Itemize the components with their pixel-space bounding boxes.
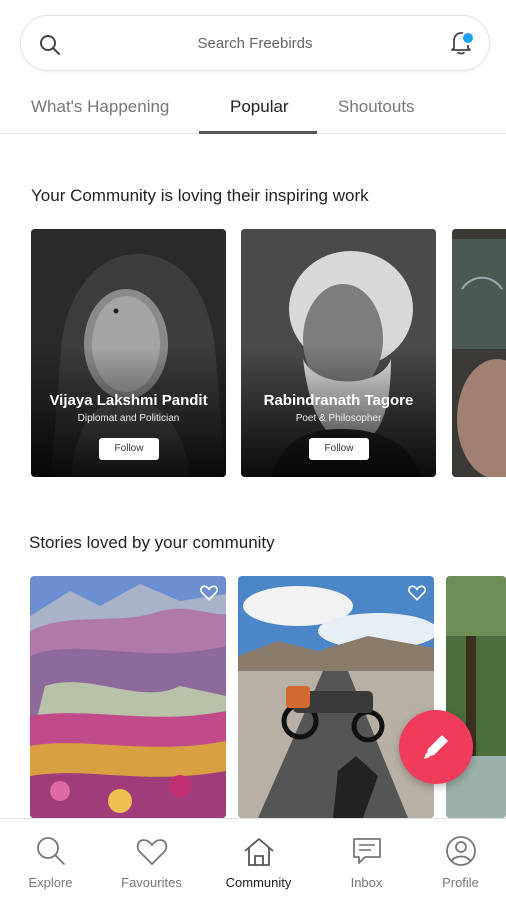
person-card[interactable]: Rabindranath Tagore Poet & Philosopher F…	[241, 229, 436, 477]
heart-icon[interactable]	[199, 583, 219, 603]
search-icon[interactable]	[38, 33, 62, 57]
nav-label: Inbox	[350, 875, 383, 890]
tab-popular[interactable]: Popular	[230, 97, 289, 134]
tab-whats-happening[interactable]: What's Happening	[31, 97, 169, 134]
notification-dot	[461, 31, 475, 45]
nav-favourites[interactable]: Favourites	[101, 819, 202, 900]
nav-explore[interactable]: Explore	[0, 819, 101, 900]
nav-label: Favourites	[121, 875, 182, 890]
nav-inbox[interactable]: Inbox	[316, 819, 417, 900]
tab-bar: What's Happening Popular Shoutouts	[0, 88, 506, 134]
bottom-nav: Explore Favourites Community Inbox Profi…	[0, 818, 506, 900]
compose-button[interactable]	[399, 710, 473, 784]
nav-community[interactable]: Community	[208, 819, 309, 900]
search-icon	[36, 837, 65, 865]
story-photo-forest	[446, 576, 506, 818]
nav-label: Community	[225, 875, 292, 890]
follow-button[interactable]: Follow	[309, 438, 369, 460]
active-tab-indicator	[199, 131, 317, 134]
person-name: Vijaya Lakshmi Pandit	[49, 392, 208, 409]
search-input[interactable]	[80, 29, 430, 57]
person-photo	[452, 229, 506, 477]
person-name: Rabindranath Tagore	[263, 392, 414, 409]
user-icon	[445, 836, 476, 866]
person-card[interactable]	[452, 229, 506, 477]
person-role: Poet & Philosopher	[295, 413, 382, 424]
story-photo-flower-valley	[30, 576, 226, 818]
nav-label: Explore	[28, 875, 73, 890]
section-title-inspiring: Your Community is loving their inspiring…	[31, 186, 369, 205]
section-title-stories: Stories loved by your community	[29, 533, 275, 552]
follow-button[interactable]: Follow	[99, 438, 159, 460]
story-card[interactable]	[238, 576, 434, 818]
story-card[interactable]	[30, 576, 226, 818]
pencil-icon	[424, 735, 448, 759]
story-photo-motorcycle-road	[238, 576, 434, 818]
person-card[interactable]: Vijaya Lakshmi Pandit Diplomat and Polit…	[31, 229, 226, 477]
heart-icon	[136, 839, 167, 866]
chat-icon	[352, 838, 381, 864]
heart-icon[interactable]	[407, 583, 427, 603]
person-role: Diplomat and Politician	[77, 413, 180, 424]
nav-label: Profile	[442, 875, 479, 890]
story-card[interactable]	[446, 576, 506, 818]
tab-shoutouts[interactable]: Shoutouts	[338, 97, 415, 134]
home-icon	[243, 838, 274, 866]
nav-profile[interactable]: Profile	[410, 819, 506, 900]
